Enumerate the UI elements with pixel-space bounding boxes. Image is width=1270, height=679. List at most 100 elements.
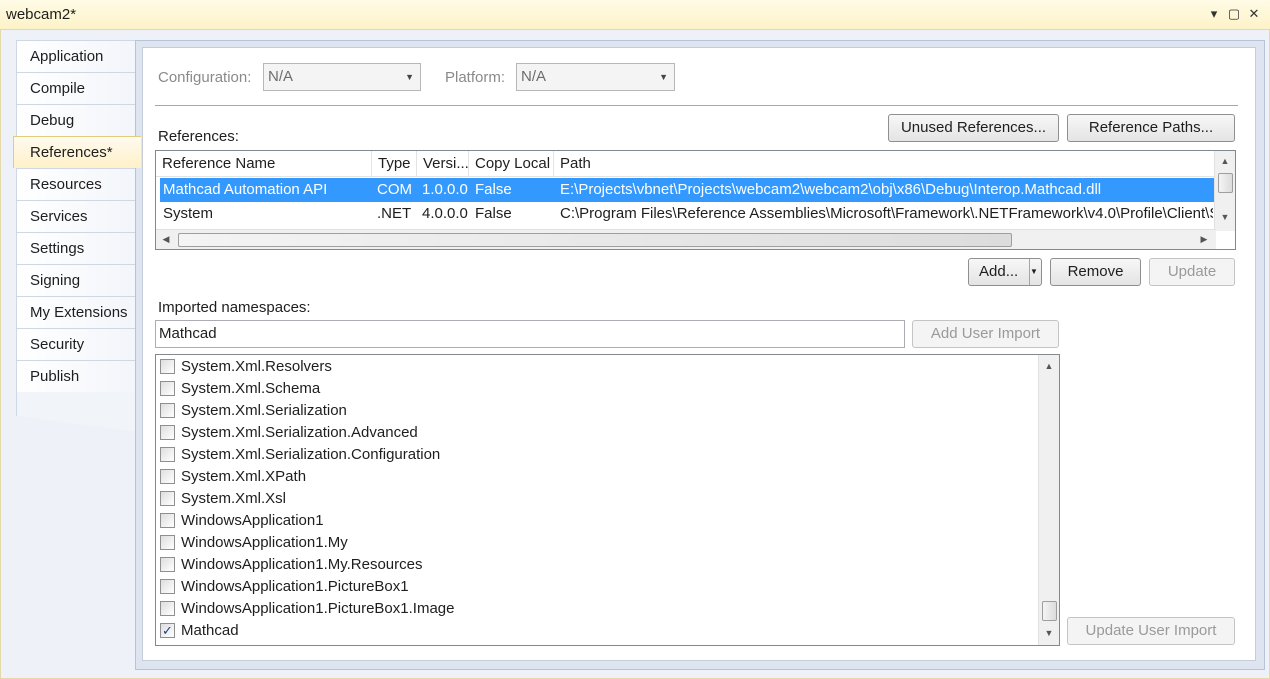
close-icon[interactable]: ✕ [1245, 4, 1263, 24]
tab-label: Compile [30, 80, 86, 97]
tab-security[interactable]: Security [16, 328, 140, 360]
table-row[interactable]: System .NET 4.0.0.0 False C:\Program Fil… [160, 202, 1214, 226]
column-header-type[interactable]: Type [372, 151, 417, 177]
tab-my-extensions[interactable]: My Extensions [16, 296, 140, 328]
tab-label: References* [30, 144, 113, 161]
scroll-down-icon[interactable]: ▼ [1215, 209, 1235, 225]
checkbox[interactable] [160, 381, 175, 396]
remove-reference-button[interactable]: Remove [1050, 258, 1141, 286]
scroll-thumb[interactable] [178, 233, 1012, 247]
list-item[interactable]: WindowsApplication1.My [160, 532, 1020, 554]
sidebar-footer [16, 392, 140, 432]
tab-label: Services [30, 208, 88, 225]
update-user-import-button[interactable]: Update User Import [1067, 617, 1235, 645]
list-item[interactable]: System.Xml.Serialization.Configuration [160, 444, 1020, 466]
maximize-icon[interactable]: ▢ [1225, 4, 1243, 24]
cell-type: COM [377, 181, 412, 198]
scroll-left-icon[interactable]: ◀ [158, 230, 174, 249]
tab-publish[interactable]: Publish [16, 360, 140, 392]
table-row[interactable]: Mathcad Automation API COM 1.0.0.0 False… [160, 178, 1214, 202]
list-item[interactable]: ✓ Mathcad [160, 620, 1020, 642]
tab-label: Publish [30, 368, 80, 385]
list-item[interactable]: System.Xml.XPath [160, 466, 1020, 488]
chevron-down-icon: ▼ [659, 72, 668, 82]
tab-signing[interactable]: Signing [16, 264, 140, 296]
tab-application[interactable]: Application [16, 40, 140, 72]
checkbox[interactable] [160, 601, 175, 616]
checkbox[interactable] [160, 535, 175, 550]
title-bar: webcam2* ▾ ▢ ✕ [0, 0, 1270, 30]
tab-references[interactable]: References* [13, 136, 141, 168]
checkbox[interactable] [160, 447, 175, 462]
scroll-thumb[interactable] [1218, 173, 1233, 193]
column-header-version[interactable]: Versi... [417, 151, 469, 177]
platform-select[interactable]: N/A ▼ [516, 63, 675, 91]
cell-path: E:\Projects\vbnet\Projects\webcam2\webca… [560, 181, 1102, 198]
checkbox[interactable] [160, 491, 175, 506]
list-item[interactable]: System.Xml.Serialization [160, 400, 1020, 422]
window-menu-dropdown-icon[interactable]: ▾ [1205, 4, 1223, 24]
list-item-label: WindowsApplication1.PictureBox1.Image [181, 600, 455, 617]
update-reference-button[interactable]: Update [1149, 258, 1235, 286]
add-user-import-button[interactable]: Add User Import [912, 320, 1059, 348]
reference-paths-button[interactable]: Reference Paths... [1067, 114, 1235, 142]
list-item-label: WindowsApplication1 [181, 512, 324, 529]
scroll-down-icon[interactable]: ▼ [1039, 625, 1059, 641]
tab-resources[interactable]: Resources [16, 168, 140, 200]
grid-header: Reference Name Type Versi... Copy Local … [156, 151, 1216, 177]
tab-compile[interactable]: Compile [16, 72, 140, 104]
scroll-right-icon[interactable]: ▶ [1196, 230, 1212, 249]
chevron-down-icon[interactable]: ▼ [1029, 259, 1041, 285]
add-reference-split-button[interactable]: Add... ▼ [968, 258, 1042, 286]
imported-namespaces-list[interactable]: System.Xml.Resolvers System.Xml.Schema Sys… [155, 354, 1060, 646]
checkbox[interactable] [160, 403, 175, 418]
references-vertical-scrollbar[interactable]: ▲ ▼ [1214, 151, 1235, 231]
cell-version: 1.0.0.0 [422, 181, 468, 198]
references-grid[interactable]: Reference Name Type Versi... Copy Local … [155, 150, 1236, 250]
namespaces-vertical-scrollbar[interactable]: ▲ ▼ [1038, 355, 1059, 645]
checkbox-checked[interactable]: ✓ [160, 623, 175, 638]
list-item[interactable]: WindowsApplication1.My.Resources [160, 554, 1020, 576]
chevron-down-icon: ▼ [405, 72, 414, 82]
column-header-path[interactable]: Path [554, 151, 1216, 177]
configuration-value: N/A [268, 68, 294, 85]
tab-services[interactable]: Services [16, 200, 140, 232]
separator [155, 105, 1238, 106]
unused-references-button[interactable]: Unused References... [888, 114, 1059, 142]
namespace-input[interactable]: Mathcad [155, 320, 905, 348]
scroll-up-icon[interactable]: ▲ [1039, 358, 1059, 374]
checkbox[interactable] [160, 469, 175, 484]
configuration-select[interactable]: N/A ▼ [263, 63, 421, 91]
list-item-label: System.Xml.Resolvers [181, 358, 332, 375]
checkbox[interactable] [160, 579, 175, 594]
list-item-label: Mathcad [181, 622, 239, 639]
column-header-reference-name[interactable]: Reference Name [156, 151, 372, 177]
scroll-up-icon[interactable]: ▲ [1215, 153, 1235, 169]
scroll-thumb[interactable] [1042, 601, 1057, 621]
tab-settings[interactable]: Settings [16, 232, 140, 264]
tab-label: Resources [30, 176, 102, 193]
list-item-label: System.Xml.XPath [181, 468, 307, 485]
tab-label: Application [30, 48, 104, 65]
list-item[interactable]: System.Xml.Xsl [160, 488, 1020, 510]
list-item[interactable]: System.Xml.Resolvers [160, 356, 1020, 378]
list-item[interactable]: System.Xml.Schema [160, 378, 1020, 400]
checkbox[interactable] [160, 513, 175, 528]
list-item[interactable]: WindowsApplication1.PictureBox1.Image [160, 598, 1020, 620]
checkbox[interactable] [160, 359, 175, 374]
list-item[interactable]: System.Xml.Serialization.Advanced [160, 422, 1020, 444]
tab-label: Security [30, 336, 85, 353]
list-item[interactable]: WindowsApplication1.PictureBox1 [160, 576, 1020, 598]
checkbox[interactable] [160, 425, 175, 440]
list-item[interactable]: WindowsApplication1 [160, 510, 1020, 532]
checkbox[interactable] [160, 557, 175, 572]
list-item-label: WindowsApplication1.PictureBox1 [181, 578, 409, 595]
tab-debug[interactable]: Debug [16, 104, 140, 136]
configuration-label: Configuration: [158, 69, 252, 86]
platform-label: Platform: [445, 69, 506, 86]
column-header-copy-local[interactable]: Copy Local [469, 151, 554, 177]
cell-copy-local: False [475, 181, 512, 198]
references-horizontal-scrollbar[interactable]: ◀ ▶ [156, 229, 1216, 249]
cell-name: System [163, 205, 214, 222]
tab-label: Settings [30, 240, 85, 257]
